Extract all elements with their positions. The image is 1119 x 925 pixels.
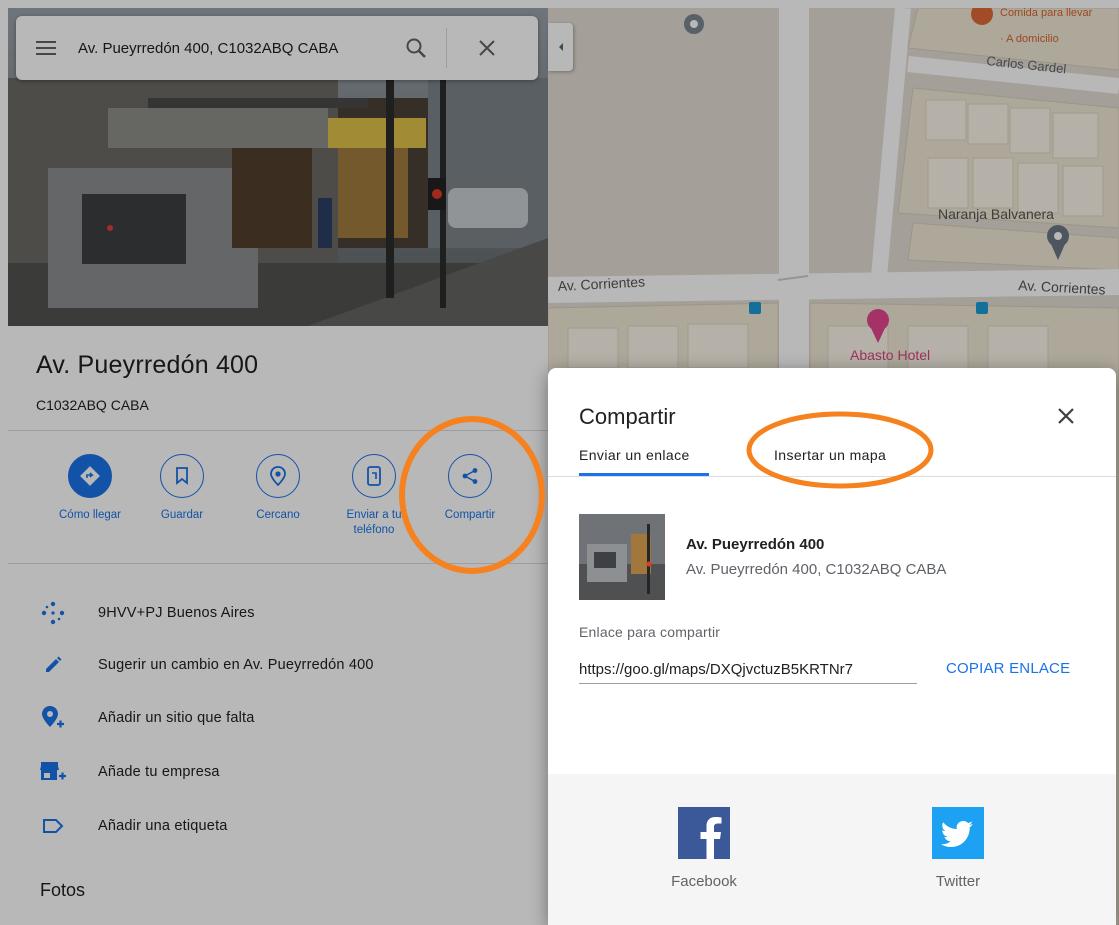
- tabs-divider: [548, 476, 1116, 477]
- collapse-panel-button[interactable]: [548, 23, 573, 71]
- share-link-field[interactable]: [579, 656, 917, 684]
- share-dialog: Compartir Enviar un enlace Insertar un m…: [548, 368, 1116, 925]
- preview-place-address: Av. Pueyrredón 400, C1032ABQ CABA: [686, 561, 947, 578]
- place-thumbnail: [579, 514, 665, 600]
- search-divider: [446, 28, 447, 68]
- add-label-row[interactable]: Añadir una etiqueta: [8, 806, 548, 846]
- close-search-icon[interactable]: [459, 39, 515, 57]
- save-button[interactable]: Guardar: [138, 454, 226, 523]
- place-title: Av. Pueyrredón 400: [36, 351, 259, 379]
- search-icon[interactable]: [394, 37, 438, 59]
- divider: [8, 563, 548, 564]
- bookmark-icon: [160, 454, 204, 498]
- social-share-bar: Facebook Twitter: [548, 774, 1116, 925]
- dialog-title: Compartir: [579, 404, 676, 429]
- facebook-share-button[interactable]: Facebook: [644, 807, 764, 890]
- facebook-icon: [678, 807, 730, 859]
- add-place-icon: [8, 705, 98, 731]
- plus-code-text: 9HVV+PJ Buenos Aires: [98, 605, 255, 621]
- share-label: Compartir: [444, 509, 496, 521]
- share-button[interactable]: Compartir: [426, 454, 514, 523]
- suggest-edit-row[interactable]: Sugerir un cambio en Av. Pueyrredón 400: [8, 645, 548, 685]
- suggest-edit-text: Sugerir un cambio en Av. Pueyrredón 400: [98, 657, 374, 673]
- plus-code-row[interactable]: 9HVV+PJ Buenos Aires: [8, 593, 548, 633]
- menu-icon[interactable]: [16, 40, 78, 56]
- directions-button[interactable]: Cómo llegar: [46, 454, 134, 523]
- copy-link-button[interactable]: COPIAR ENLACE: [946, 660, 1070, 677]
- twitter-label: Twitter: [935, 873, 981, 890]
- twitter-share-button[interactable]: Twitter: [898, 807, 1018, 890]
- chevron-left-icon: [558, 43, 563, 51]
- add-business-text: Añade tu empresa: [98, 764, 220, 780]
- facebook-label: Facebook: [671, 873, 737, 890]
- place-panel: Av. Pueyrredón 400 C1032ABQ CABA Cómo ll…: [8, 8, 548, 925]
- share-icon: [448, 454, 492, 498]
- map-label-abasto: Abasto Hotel: [850, 347, 930, 363]
- share-link-label: Enlace para compartir: [579, 624, 721, 640]
- nearby-icon: [256, 454, 300, 498]
- search-input[interactable]: [78, 39, 388, 57]
- place-subtitle: C1032ABQ CABA: [36, 397, 149, 413]
- tab-embed-map[interactable]: Insertar un mapa: [774, 447, 886, 463]
- add-label-text: Añadir una etiqueta: [98, 818, 228, 834]
- photos-heading: Fotos: [40, 880, 86, 900]
- add-missing-place-row[interactable]: Añadir un sitio que falta: [8, 698, 548, 738]
- plus-code-icon: [8, 600, 98, 626]
- twitter-icon: [932, 807, 984, 859]
- add-missing-place-text: Añadir un sitio que falta: [98, 710, 255, 726]
- add-business-icon: [8, 761, 98, 783]
- map-label-comida: Comida para llevar: [1000, 8, 1093, 19]
- send-to-phone-button[interactable]: Enviar a tu teléfono: [330, 454, 418, 538]
- tab-send-link[interactable]: Enviar un enlace: [579, 447, 690, 463]
- pencil-icon: [8, 655, 98, 675]
- close-icon[interactable]: [1050, 400, 1082, 432]
- directions-label: Cómo llegar: [59, 509, 121, 521]
- phone-icon: [352, 454, 396, 498]
- search-box: [16, 16, 538, 80]
- send-to-phone-label: Enviar a tu teléfono: [346, 509, 402, 536]
- nearby-button[interactable]: Cercano: [234, 454, 322, 523]
- action-buttons: Cómo llegar Guardar Cercano Enviar a tu …: [8, 454, 548, 564]
- map-label-naranja: Naranja Balvanera: [938, 206, 1054, 222]
- add-business-row[interactable]: Añade tu empresa: [8, 752, 548, 792]
- directions-icon: [68, 454, 112, 498]
- divider: [8, 430, 548, 431]
- save-label: Guardar: [160, 509, 204, 521]
- label-icon: [8, 818, 98, 834]
- nearby-label: Cercano: [256, 509, 300, 521]
- preview-place-name: Av. Pueyrredón 400: [686, 536, 825, 553]
- map-label-domicilio: · A domicilio: [1000, 33, 1059, 45]
